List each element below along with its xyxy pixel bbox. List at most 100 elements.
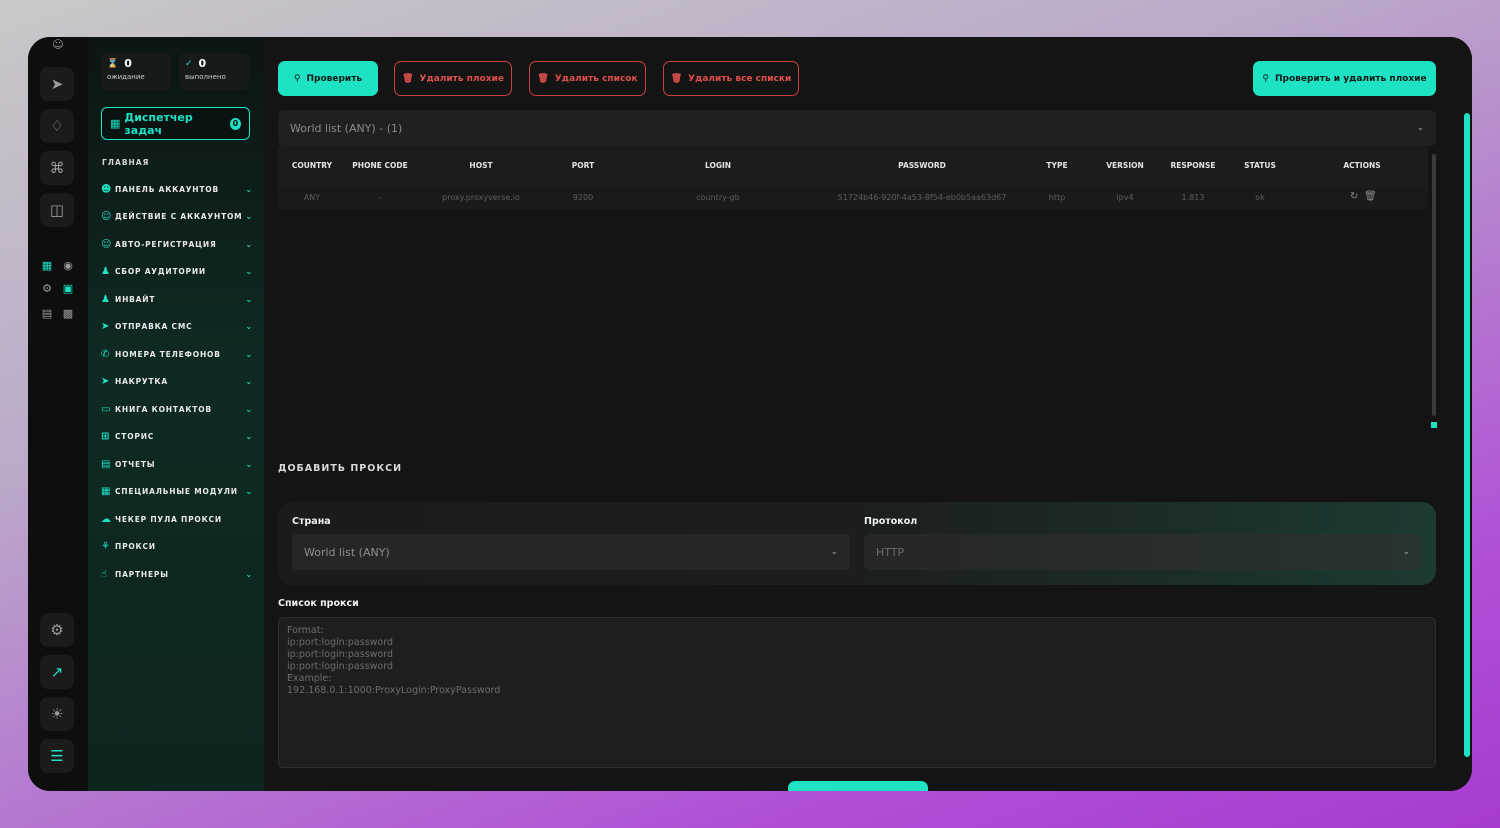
col-type: TYPE (1046, 161, 1068, 170)
col-response: RESPONSE (1170, 161, 1216, 170)
delete-all-lists-button[interactable]: 🗑 Удалить все списки (663, 61, 799, 96)
chevron-down-icon: ⌄ (245, 266, 253, 276)
task-manager-label: Диспетчер задач (124, 110, 193, 137)
chevron-down-icon: ⌄ (245, 321, 253, 331)
notes-icon[interactable]: ▤ (40, 306, 54, 320)
waiting-counter: ⌛ 0 ожидание (101, 53, 171, 90)
rail-command-button[interactable]: ⌘ (40, 151, 74, 185)
sidebar-item-proxy-checker[interactable]: ☁ ЧЕКЕР ПУЛА ПРОКСИ (101, 511, 253, 527)
cell-port: 9200 (572, 193, 594, 202)
proxy-icon: ⚘ (101, 540, 111, 552)
done-counter: ✓ 0 выполнено (179, 53, 249, 90)
proxy-list-select-value: World list (ANY) - (1) (290, 121, 403, 135)
protocol-select[interactable]: HTTP ⌄ (864, 534, 1422, 570)
sidebar-item-boost[interactable]: ➤ НАКРУТКА ⌄ (101, 373, 253, 389)
sidebar: ⌛ 0 ожидание ✓ 0 выполнено ▦ Диспетчер зад… (88, 37, 264, 791)
sidebar-item-partners[interactable]: ☝ ПАРТНЕРЫ ⌄ (101, 566, 253, 582)
cell-password: 51724b46-920f-4a53-8f54-eb0b5aa63d67 (837, 193, 1007, 202)
table-header: COUNTRY PHONE CODE HOST PORT LOGIN PASSW… (278, 146, 1428, 187)
submit-button[interactable] (788, 781, 928, 791)
sidebar-item-audience[interactable]: ♟ СБОР АУДИТОРИИ ⌄ (101, 263, 253, 279)
modules-icon: ▦ (101, 485, 112, 497)
check-button[interactable]: ⚲ Проверить (278, 61, 378, 96)
resize-handle[interactable] (1431, 422, 1437, 428)
chevron-down-icon: ⌄ (245, 404, 253, 414)
check-and-delete-button[interactable]: ⚲ Проверить и удалить плохие (1253, 61, 1436, 96)
profile-icon[interactable]: ☺ (51, 37, 65, 51)
rail-theme-button[interactable]: ☀ (40, 697, 74, 731)
task-manager-badge: 0 (229, 117, 241, 130)
trash-icon: 🗑 (670, 73, 683, 84)
sidebar-item-accounts-panel[interactable]: ☻ ПАНЕЛЬ АККАУНТОВ ⌄ (101, 181, 253, 197)
sidebar-item-reports[interactable]: ▤ ОТЧЕТЫ ⌄ (101, 456, 253, 472)
proxy-list-textarea[interactable]: Format: ip:port:login:password ip:port:l… (278, 617, 1436, 768)
trash-icon: 🗑 (537, 73, 549, 84)
add-proxy-title: ДОБАВИТЬ ПРОКСИ (278, 463, 403, 474)
sidebar-item-sms[interactable]: ➤ ОТПРАВКА СМС ⌄ (101, 318, 253, 334)
sidebar-item-phones[interactable]: ✆ НОМЕРА ТЕЛЕФОНОВ ⌄ (101, 346, 253, 362)
sidebar-item-auto-registration[interactable]: ☺ АВТО-РЕГИСТРАЦИЯ ⌄ (101, 236, 253, 252)
rail-send-button[interactable]: ➤ (40, 67, 74, 101)
col-login: LOGIN (704, 161, 732, 170)
chevron-down-icon: ⌄ (245, 569, 253, 579)
database-icon: ◫ (49, 201, 65, 219)
rail-database-button[interactable]: ◫ (40, 193, 74, 227)
sidebar-item-contacts[interactable]: ▭ КНИГА КОНТАКТОВ ⌄ (101, 401, 253, 417)
phone-icon: ✆ (101, 348, 111, 360)
sidebar-item-proxy[interactable]: ⚘ ПРОКСИ (101, 538, 253, 554)
chevron-down-icon: ⌄ (245, 486, 253, 496)
col-port: PORT (571, 161, 595, 170)
rail-sliders-button[interactable]: ☰ (40, 739, 74, 773)
chevron-down-icon: ⌄ (1416, 123, 1424, 133)
chevron-down-icon: ⌄ (245, 211, 253, 221)
page-scrollbar[interactable] (1464, 113, 1470, 757)
search-icon: ⚲ (293, 73, 301, 84)
table-row[interactable]: ANY - proxy.proxyverse.io 9200 country-g… (278, 187, 1428, 209)
col-password: PASSWORD (898, 161, 946, 170)
hourglass-icon: ⌛ (107, 58, 119, 69)
user-plus-icon: ☺ (101, 238, 113, 250)
col-phone-code: PHONE CODE (352, 161, 408, 170)
col-actions: ACTIONS (1343, 161, 1381, 170)
task-manager-button[interactable]: ▦ Диспетчер задач 0 (101, 107, 250, 140)
proxy-table: COUNTRY PHONE CODE HOST PORT LOGIN PASSW… (278, 146, 1437, 428)
chevron-down-icon: ⌄ (245, 349, 253, 359)
trash-icon[interactable]: 🗑 (1364, 191, 1377, 202)
users-icon: ☻ (101, 183, 113, 195)
stories-icon: ⊞ (101, 430, 111, 442)
search-icon: ⚲ (1262, 73, 1270, 84)
chevron-down-icon: ⌄ (245, 239, 253, 249)
sidebar-item-invite[interactable]: ♟ ИНВАЙТ ⌄ (101, 291, 253, 307)
diamond-icon: ♢ (50, 117, 64, 135)
protocol-select-value: HTTP (876, 545, 905, 559)
task-grid-icon: ▦ (110, 117, 121, 130)
col-version: VERSION (1106, 161, 1144, 170)
protocol-label: Протокол (864, 516, 918, 527)
country-select-value: World list (ANY) (304, 545, 390, 559)
chevron-down-icon: ⌄ (245, 376, 253, 386)
country-select[interactable]: World list (ANY) ⌄ (292, 534, 850, 570)
delete-bad-button[interactable]: 🗑 Удалить плохие (394, 61, 512, 96)
chevron-down-icon: ⌄ (830, 547, 838, 557)
table-icon[interactable]: ▦ (40, 258, 54, 272)
rail-diamond-button[interactable]: ♢ (40, 109, 74, 143)
rail-external-button[interactable]: ↗ (40, 655, 74, 689)
cell-country: ANY (303, 193, 321, 202)
sidebar-item-account-action[interactable]: ☺ ДЕЙСТВИЕ С АККАУНТОМ ⌄ (101, 208, 253, 224)
delete-list-button[interactable]: 🗑 Удалить список (529, 61, 646, 96)
location-icon[interactable]: ◉ (61, 258, 75, 272)
proxy-list-select[interactable]: World list (ANY) - (1) ⌄ (278, 110, 1436, 146)
boost-icon: ➤ (101, 375, 111, 387)
refresh-icon[interactable]: ↻ (1350, 191, 1358, 202)
send-icon: ➤ (50, 75, 64, 93)
code-icon[interactable]: ▣ (61, 281, 75, 295)
settings-small-icon[interactable]: ⚙ (40, 281, 54, 295)
chevron-down-icon: ⌄ (245, 459, 253, 469)
cell-phone-code: - (378, 193, 382, 202)
table-scrollbar[interactable] (1432, 154, 1436, 416)
sidebar-item-stories[interactable]: ⊞ СТОРИС ⌄ (101, 428, 253, 444)
rail-settings-button[interactable]: ⚙ (40, 613, 74, 647)
sliders-icon: ☰ (50, 747, 64, 765)
sidebar-item-special-modules[interactable]: ▦ СПЕЦИАЛЬНЫЕ МОДУЛИ ⌄ (101, 483, 253, 499)
grid-icon[interactable]: ▩ (61, 306, 75, 320)
